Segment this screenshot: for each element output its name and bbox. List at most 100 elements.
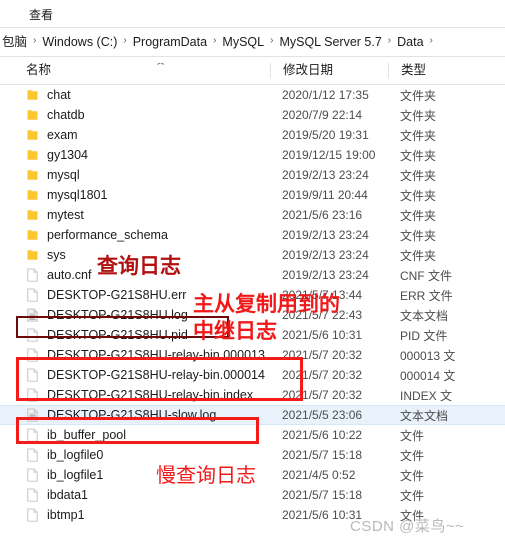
file-name-cell[interactable]: ibtmp1 — [0, 508, 270, 523]
file-date-cell: 2021/5/7 20:32 — [282, 368, 363, 382]
file-row[interactable]: ib_logfile0 2021/5/7 15:18 文件 — [0, 445, 505, 465]
column-header-type[interactable]: 类型 — [388, 63, 505, 78]
breadcrumb[interactable]: 包脑 › Windows (C:) › ProgramData › MySQL › MySQL … — [0, 28, 505, 57]
file-name-label: DESKTOP-G21S8HU.log — [47, 307, 188, 322]
file-name-cell[interactable]: DESKTOP-G21S8HU-relay-bin.000013 — [0, 348, 270, 363]
file-row[interactable]: ibdata1 2021/5/7 15:18 文件 — [0, 485, 505, 505]
file-date-cell: 2021/5/7 20:32 — [282, 388, 363, 402]
file-row[interactable]: DESKTOP-G21S8HU-relay-bin.index 2021/5/7 … — [0, 385, 505, 405]
file-name-label: DESKTOP-G21S8HU.pid — [47, 327, 188, 342]
file-type-cell: 文件夹 — [400, 168, 437, 183]
file-icon — [26, 488, 39, 502]
file-row[interactable]: DESKTOP-G21S8HU-relay-bin.000014 2021/5/7… — [0, 365, 505, 385]
file-name-cell[interactable]: ib_logfile1 — [0, 468, 270, 483]
file-row[interactable]: performance_schema 2019/2/13 23:24 文件夹 — [0, 225, 505, 245]
file-name-label: mysql1801 — [47, 187, 108, 202]
file-date-cell: 2021/5/7 20:32 — [282, 348, 363, 362]
tab-view[interactable]: 查看 — [16, 5, 66, 27]
file-icon — [26, 508, 39, 522]
file-type-cell: 文件夹 — [400, 148, 437, 163]
file-row[interactable]: ib_logfile1 2021/4/5 0:52 文件 — [0, 465, 505, 485]
file-type-cell: 文件夹 — [400, 128, 437, 143]
ribbon-bar: 查看 — [0, 0, 505, 28]
column-header-name[interactable]: 名称 ⌃ — [0, 63, 270, 78]
file-name-cell[interactable]: gy1304 — [0, 148, 270, 163]
file-type-cell: 文本文档 — [400, 308, 449, 323]
file-name-cell[interactable]: mysql1801 — [0, 188, 270, 203]
file-row[interactable]: ib_buffer_pool 2021/5/6 10:22 文件 — [0, 425, 505, 445]
file-row[interactable]: DESKTOP-G21S8HU-slow.log 2021/5/5 23:06 文本… — [0, 405, 505, 425]
file-name-cell[interactable]: chatdb — [0, 108, 270, 123]
file-type-cell: CNF 文件 — [400, 268, 452, 283]
file-name-cell[interactable]: chat — [0, 88, 270, 103]
file-name-cell[interactable]: auto.cnf — [0, 268, 270, 283]
file-name-cell[interactable]: mytest — [0, 208, 270, 223]
file-name-cell[interactable]: mysql — [0, 168, 270, 183]
file-row[interactable]: auto.cnf 2019/2/13 23:24 CNF 文件 — [0, 265, 505, 285]
file-type-cell: 文件夹 — [400, 208, 437, 223]
file-name-cell[interactable]: DESKTOP-G21S8HU-relay-bin.index — [0, 388, 270, 403]
file-name-label: mysql — [47, 167, 80, 182]
file-name-cell[interactable]: DESKTOP-G21S8HU.pid — [0, 328, 270, 343]
file-row[interactable]: DESKTOP-G21S8HU-relay-bin.000013 2021/5/7… — [0, 345, 505, 365]
text-file-icon — [26, 408, 39, 422]
file-row[interactable]: exam 2019/5/20 19:31 文件夹 — [0, 125, 505, 145]
breadcrumb-item[interactable]: Windows (C:) — [42, 34, 117, 50]
file-name-label: ib_logfile0 — [47, 447, 104, 462]
folder-icon — [26, 188, 39, 202]
file-type-cell: INDEX 文 — [400, 388, 453, 403]
breadcrumb-item[interactable]: ProgramData — [133, 34, 207, 50]
breadcrumb-item[interactable]: MySQL Server 5.7 — [279, 34, 381, 50]
file-name-cell[interactable]: ib_buffer_pool — [0, 428, 270, 443]
file-name-label: DESKTOP-G21S8HU.err — [47, 287, 187, 302]
file-date-cell: 2021/5/6 23:16 — [282, 208, 363, 222]
file-row[interactable]: DESKTOP-G21S8HU.log 2021/5/7 22:43 文本文档 — [0, 305, 505, 325]
file-name-cell[interactable]: DESKTOP-G21S8HU-slow.log — [0, 408, 270, 423]
file-name-label: chat — [47, 87, 71, 102]
breadcrumb-item[interactable]: MySQL — [222, 34, 264, 50]
file-date-cell: 2020/7/9 22:14 — [282, 108, 363, 122]
file-name-label: ib_logfile1 — [47, 467, 104, 482]
file-icon — [26, 268, 39, 282]
file-name-cell[interactable]: DESKTOP-G21S8HU-relay-bin.000014 — [0, 368, 270, 383]
file-date-cell: 2021/5/7 22:43 — [282, 308, 363, 322]
breadcrumb-item[interactable]: 包脑 — [2, 34, 27, 50]
file-row[interactable]: mysql1801 2019/9/11 20:44 文件夹 — [0, 185, 505, 205]
file-row[interactable]: sys 2019/2/13 23:24 文件夹 — [0, 245, 505, 265]
file-date-cell: 2019/12/15 19:00 — [282, 148, 376, 162]
file-name-cell[interactable]: ib_logfile0 — [0, 448, 270, 463]
file-name-cell[interactable]: performance_schema — [0, 228, 270, 243]
file-row[interactable]: ibtmp1 2021/5/6 10:31 文件 — [0, 505, 505, 525]
file-type-cell: PID 文件 — [400, 328, 448, 343]
file-row[interactable]: DESKTOP-G21S8HU.pid 2021/5/6 10:31 PID 文件 — [0, 325, 505, 345]
file-name-cell[interactable]: DESKTOP-G21S8HU.err — [0, 288, 270, 303]
file-date-cell: 2021/5/7 13:44 — [282, 288, 363, 302]
file-icon — [26, 468, 39, 482]
file-row[interactable]: gy1304 2019/12/15 19:00 文件夹 — [0, 145, 505, 165]
text-file-icon — [26, 308, 39, 322]
column-header-date[interactable]: 修改日期 — [270, 63, 388, 78]
file-name-cell[interactable]: ibdata1 — [0, 488, 270, 503]
folder-icon — [26, 208, 39, 222]
file-name-label: mytest — [47, 207, 84, 222]
breadcrumb-separator-icon: › — [123, 35, 127, 46]
file-name-cell[interactable]: sys — [0, 248, 270, 263]
file-row[interactable]: chatdb 2020/7/9 22:14 文件夹 — [0, 105, 505, 125]
breadcrumb-item[interactable]: Data — [397, 34, 423, 50]
folder-icon — [26, 168, 39, 182]
file-name-label: auto.cnf — [47, 267, 92, 282]
file-date-cell: 2019/9/11 20:44 — [282, 188, 368, 202]
file-name-cell[interactable]: DESKTOP-G21S8HU.log — [0, 308, 270, 323]
file-icon — [26, 328, 39, 342]
file-date-cell: 2019/2/13 23:24 — [282, 268, 369, 282]
file-name-label: ib_buffer_pool — [47, 427, 127, 442]
file-row[interactable]: mytest 2021/5/6 23:16 文件夹 — [0, 205, 505, 225]
file-row[interactable]: mysql 2019/2/13 23:24 文件夹 — [0, 165, 505, 185]
file-list[interactable]: chat 2020/1/12 17:35 文件夹 chatdb 2020/7/9 22:… — [0, 85, 505, 525]
breadcrumb-separator-icon: › — [387, 35, 392, 46]
file-row[interactable]: DESKTOP-G21S8HU.err 2021/5/7 13:44 ERR 文件 — [0, 285, 505, 305]
file-name-cell[interactable]: exam — [0, 128, 270, 143]
file-date-cell: 2019/2/13 23:24 — [282, 228, 369, 242]
file-row[interactable]: chat 2020/1/12 17:35 文件夹 — [0, 85, 505, 105]
file-name-label: exam — [47, 127, 78, 142]
